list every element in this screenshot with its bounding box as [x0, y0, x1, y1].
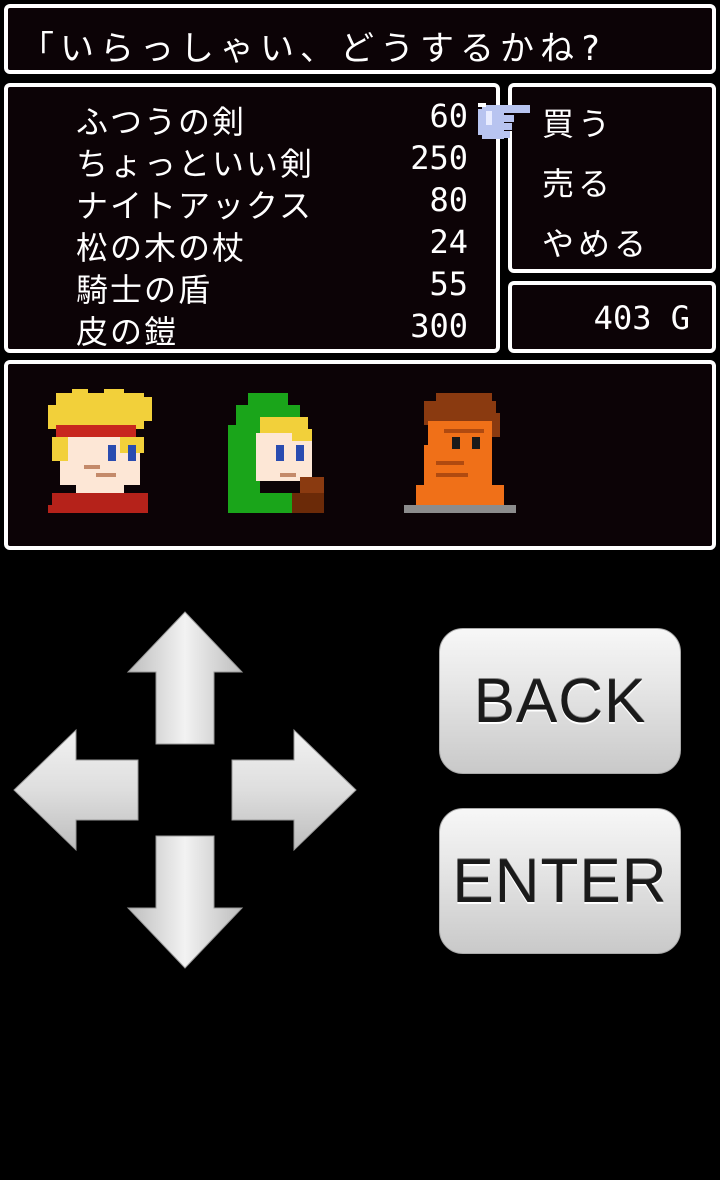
green-hood-elf-portrait-icon [228, 393, 324, 513]
menu-item-quit[interactable]: やめる [542, 219, 650, 265]
item-name: 松の木の杖 [76, 229, 247, 267]
gold-window: 403 G [508, 281, 716, 353]
item-price: 55 [429, 265, 468, 303]
shop-item[interactable]: 皮の鎧 300 [76, 307, 468, 351]
shop-item[interactable]: 騎士の盾 55 [76, 265, 468, 309]
item-price: 60 [429, 97, 468, 135]
right-arrow-icon[interactable] [231, 728, 357, 852]
left-arrow-icon[interactable] [13, 728, 139, 852]
orange-brute-portrait-icon [404, 393, 516, 513]
item-name: ふつうの剣 [76, 103, 247, 141]
enter-button[interactable]: ENTER [439, 808, 681, 954]
item-price: 250 [410, 139, 468, 177]
shop-item-list: ふつうの剣 60 ちょっといい剣 250 ナイトアックス 80 松の木の杖 24… [4, 83, 500, 353]
command-menu: 買う 売る やめる [508, 83, 716, 273]
dialog-text: 「いらっしゃい、どうするかね? [20, 29, 607, 69]
pointing-hand-cursor-icon [478, 103, 530, 139]
item-name: 皮の鎧 [76, 313, 179, 351]
item-name: 騎士の盾 [76, 271, 213, 309]
menu-item-buy[interactable]: 買う [542, 99, 614, 145]
shop-item[interactable]: ふつうの剣 60 [76, 97, 468, 141]
item-price: 300 [410, 307, 468, 345]
party-window [4, 360, 716, 550]
shop-item[interactable]: ちょっといい剣 250 [76, 139, 468, 183]
shop-item[interactable]: ナイトアックス 80 [76, 181, 468, 225]
back-button[interactable]: BACK [439, 628, 681, 774]
directional-pad[interactable] [0, 600, 380, 980]
item-price: 80 [429, 181, 468, 219]
up-arrow-icon[interactable] [126, 611, 244, 745]
item-name: ちょっといい剣 [76, 145, 315, 183]
item-price: 24 [429, 223, 468, 261]
shop-item[interactable]: 松の木の杖 24 [76, 223, 468, 267]
item-name: ナイトアックス [76, 187, 314, 225]
down-arrow-icon[interactable] [126, 835, 244, 969]
dialog-window: 「いらっしゃい、どうするかね? [4, 4, 716, 74]
blond-warrior-portrait-icon [48, 389, 152, 513]
gold-amount: 403 G [593, 299, 690, 337]
menu-item-sell[interactable]: 売る [542, 159, 614, 205]
